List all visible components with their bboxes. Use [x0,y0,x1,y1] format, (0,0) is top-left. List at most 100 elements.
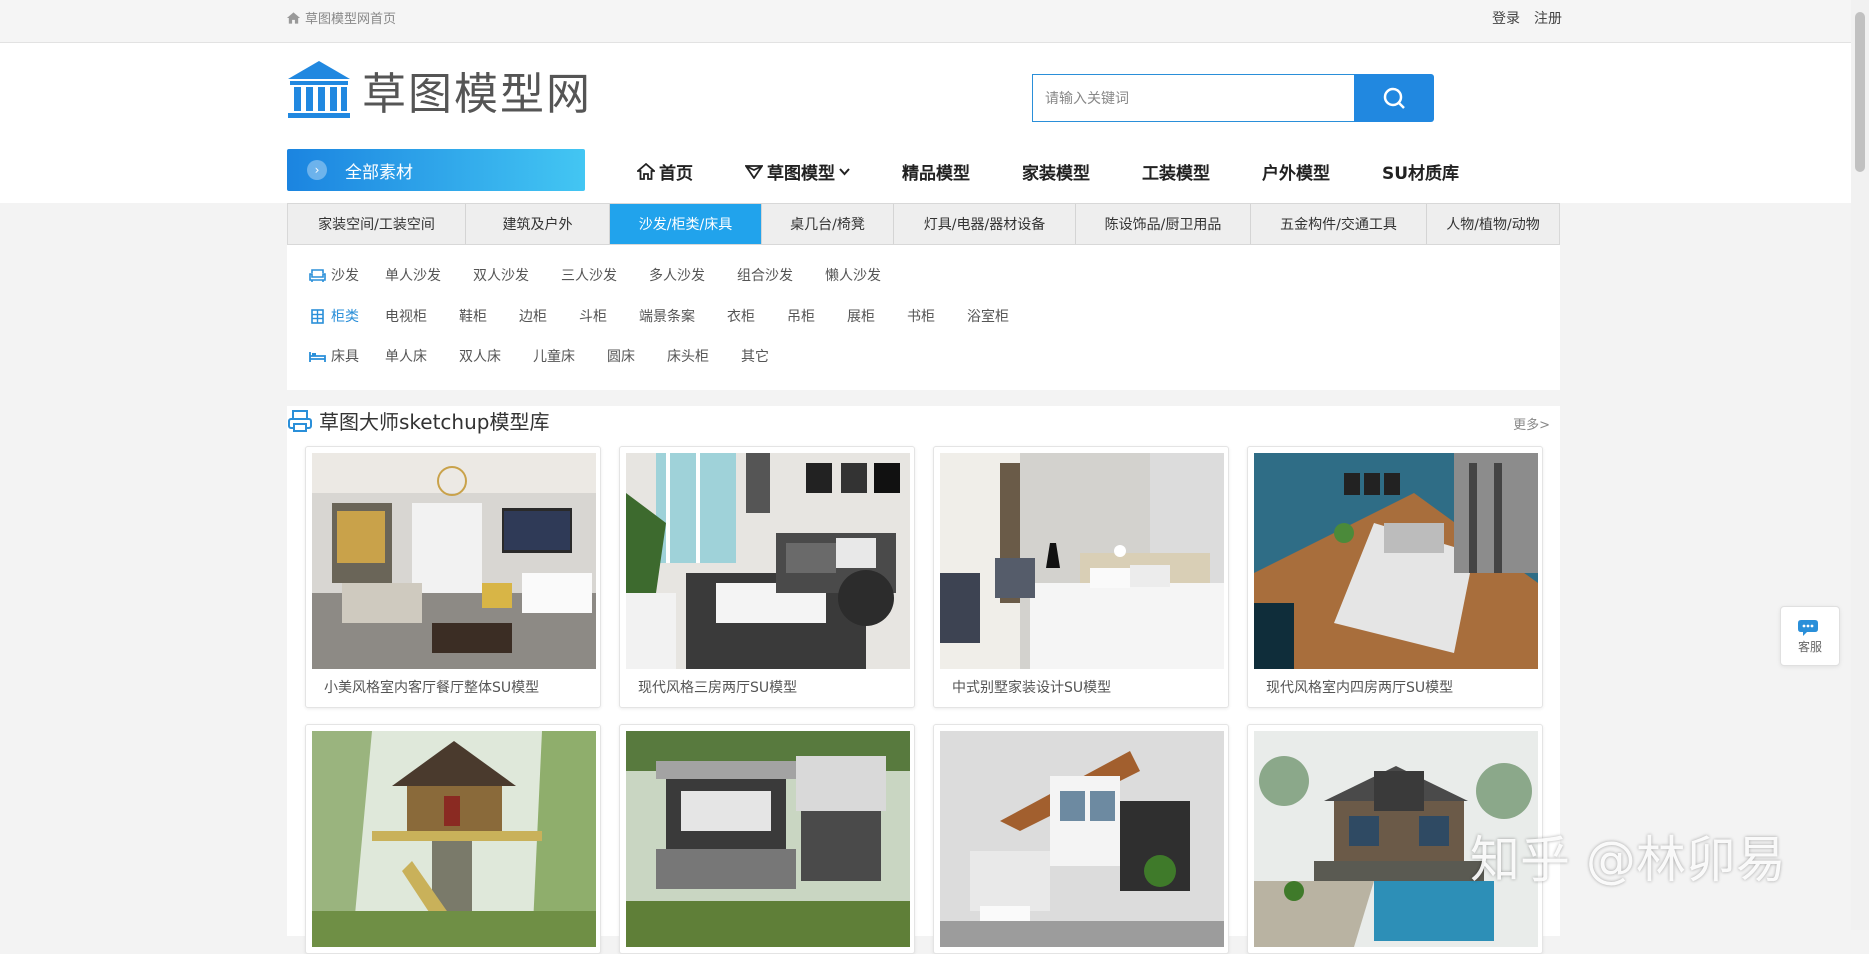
subcategory-row-cabinet: 柜类 电视柜 鞋柜 边柜 斗柜 端景条案 衣柜 吊柜 展柜 书柜 浴室柜 [309,306,1041,326]
subcategory-head-sofa[interactable]: 沙发 [309,265,385,285]
search-icon [1383,87,1405,109]
tab-lighting-appliance[interactable]: 灯具/电器/器材设备 [894,204,1076,244]
subcategory-item[interactable]: 吊柜 [787,306,815,326]
subcategory-item[interactable]: 三人沙发 [561,265,617,285]
diamond-icon [745,165,763,179]
model-thumbnail[interactable] [626,453,910,669]
tab-sofa-cabinet-bed[interactable]: 沙发/柜类/床具 [610,204,762,244]
chevron-down-icon [839,167,850,175]
model-thumbnail[interactable] [312,453,596,669]
subcategory-head-cabinet[interactable]: 柜类 [309,306,385,326]
villa-modern-image [626,731,910,947]
subcategory-head-bed[interactable]: 床具 [309,346,385,366]
model-card[interactable] [305,724,601,954]
subcategory-item[interactable]: 斗柜 [579,306,607,326]
nav-sketch-models[interactable]: 草图模型 [745,159,850,184]
model-caption[interactable]: 现代风格三房两厅SU模型 [638,677,797,697]
model-thumbnail[interactable] [312,731,596,947]
cabinet-icon [311,308,324,324]
nav-outdoor-models[interactable]: 户外模型 [1262,159,1330,184]
model-caption[interactable]: 现代风格室内四房两厅SU模型 [1266,677,1453,697]
model-card[interactable]: 现代风格室内四房两厅SU模型 [1247,446,1543,708]
subcategory-item[interactable]: 衣柜 [727,306,755,326]
living-room-image [312,453,596,669]
nav-premium-models-label: 精品模型 [902,164,970,184]
category-tabs: 家装空间/工装空间 建筑及户外 沙发/柜类/床具 桌几台/椅凳 灯具/电器/器材… [287,203,1560,245]
treehouse-image [312,731,596,947]
scrollbar-thumb[interactable] [1855,12,1865,172]
search-button[interactable] [1354,74,1434,122]
register-link[interactable]: 注册 [1534,8,1562,28]
home-link[interactable]: 草图模型网首页 [286,8,396,27]
model-thumbnail[interactable] [940,453,1224,669]
more-link[interactable]: 更多> [1513,414,1550,433]
tab-hardware-vehicle[interactable]: 五金构件/交通工具 [1251,204,1427,244]
model-thumbnail[interactable] [940,731,1224,947]
subcategory-item[interactable]: 床头柜 [667,346,709,366]
subcategory-item[interactable]: 单人床 [385,346,427,366]
four-bedroom-image [1254,453,1538,669]
section-title: 草图大师sketchup模型库 [287,406,549,435]
nav-home[interactable]: 首页 [637,159,693,184]
search-input[interactable] [1032,74,1354,122]
model-thumbnail[interactable] [626,731,910,947]
subcategory-item[interactable]: 懒人沙发 [825,265,881,285]
model-card[interactable]: 中式别墅家装设计SU模型 [933,446,1229,708]
bed-icon [309,351,326,362]
subcategory-item[interactable]: 端景条案 [639,306,695,326]
subcategory-item[interactable]: 其它 [741,346,769,366]
nav-su-materials-label: SU材质库 [1382,164,1460,184]
subcategory-item[interactable]: 圆床 [607,346,635,366]
header: 草图模型网 › 全部素材 首页 草图模型 精品模型 家装模型 工装模型 户外模型… [0,43,1869,203]
search-box [1032,74,1440,122]
site-logo[interactable]: 草图模型网 [286,58,592,122]
subcategory-item[interactable]: 鞋柜 [459,306,487,326]
nav-premium-models[interactable]: 精品模型 [902,159,970,184]
subcategory-head-sofa-label: 沙发 [331,268,359,284]
customer-service-button[interactable]: 客服 [1780,606,1840,666]
subcategory-item[interactable]: 多人沙发 [649,265,705,285]
home-icon [286,11,301,24]
subcategory-item[interactable]: 展柜 [847,306,875,326]
nav-home-label: 首页 [659,164,693,184]
subcategory-row-sofa: 沙发 单人沙发 双人沙发 三人沙发 多人沙发 组合沙发 懒人沙发 [309,265,913,285]
page-scrollbar[interactable] [1851,0,1869,930]
tab-architecture[interactable]: 建筑及户外 [466,204,610,244]
nav-outdoor-models-label: 户外模型 [1262,164,1330,184]
subcategory-item[interactable]: 双人沙发 [473,265,529,285]
tab-decor-kitchen[interactable]: 陈设饰品/厨卫用品 [1076,204,1251,244]
nav-home-decor-models[interactable]: 家装模型 [1022,159,1090,184]
model-card[interactable]: 现代风格三房两厅SU模型 [619,446,915,708]
subcategory-item[interactable]: 边柜 [519,306,547,326]
model-caption[interactable]: 小美风格室内客厅餐厅整体SU模型 [324,677,539,697]
subcategory-item[interactable]: 双人床 [459,346,501,366]
nav-commercial-models-label: 工装模型 [1142,164,1210,184]
login-link[interactable]: 登录 [1492,8,1520,28]
tab-table-chair[interactable]: 桌几台/椅凳 [762,204,894,244]
villa-slanted-roof-image [940,731,1224,947]
all-category-button[interactable]: › 全部素材 [287,149,585,191]
subcategory-item[interactable]: 电视柜 [385,306,427,326]
model-card[interactable] [933,724,1229,954]
modern-living-room-image [626,453,910,669]
nav-commercial-models[interactable]: 工装模型 [1142,159,1210,184]
museum-logo-icon [288,61,350,118]
chevron-right-icon: › [307,160,327,180]
model-caption[interactable]: 中式别墅家装设计SU模型 [952,677,1111,697]
tab-people-plants[interactable]: 人物/植物/动物 [1427,204,1559,244]
model-library-section: 草图大师sketchup模型库 更多> 小美风格室内客厅餐厅整体SU模型 现代风… [287,406,1560,954]
subcategory-item[interactable]: 书柜 [907,306,935,326]
subcategory-row-bed: 床具 单人床 双人床 儿童床 圆床 床头柜 其它 [309,346,801,366]
subcategory-item[interactable]: 儿童床 [533,346,575,366]
subcategory-item[interactable]: 组合沙发 [737,265,793,285]
subcategory-head-cabinet-label: 柜类 [331,309,359,325]
tab-space[interactable]: 家装空间/工装空间 [288,204,466,244]
subcategory-item[interactable]: 单人沙发 [385,265,441,285]
subcategory-item[interactable]: 浴室柜 [967,306,1009,326]
model-thumbnail[interactable] [1254,453,1538,669]
nav-su-materials[interactable]: SU材质库 [1382,159,1459,184]
model-card[interactable]: 小美风格室内客厅餐厅整体SU模型 [305,446,601,708]
main-nav: 首页 草图模型 精品模型 家装模型 工装模型 户外模型 SU材质库 [637,159,1459,184]
model-card[interactable] [619,724,915,954]
nav-sketch-models-label: 草图模型 [767,164,835,184]
